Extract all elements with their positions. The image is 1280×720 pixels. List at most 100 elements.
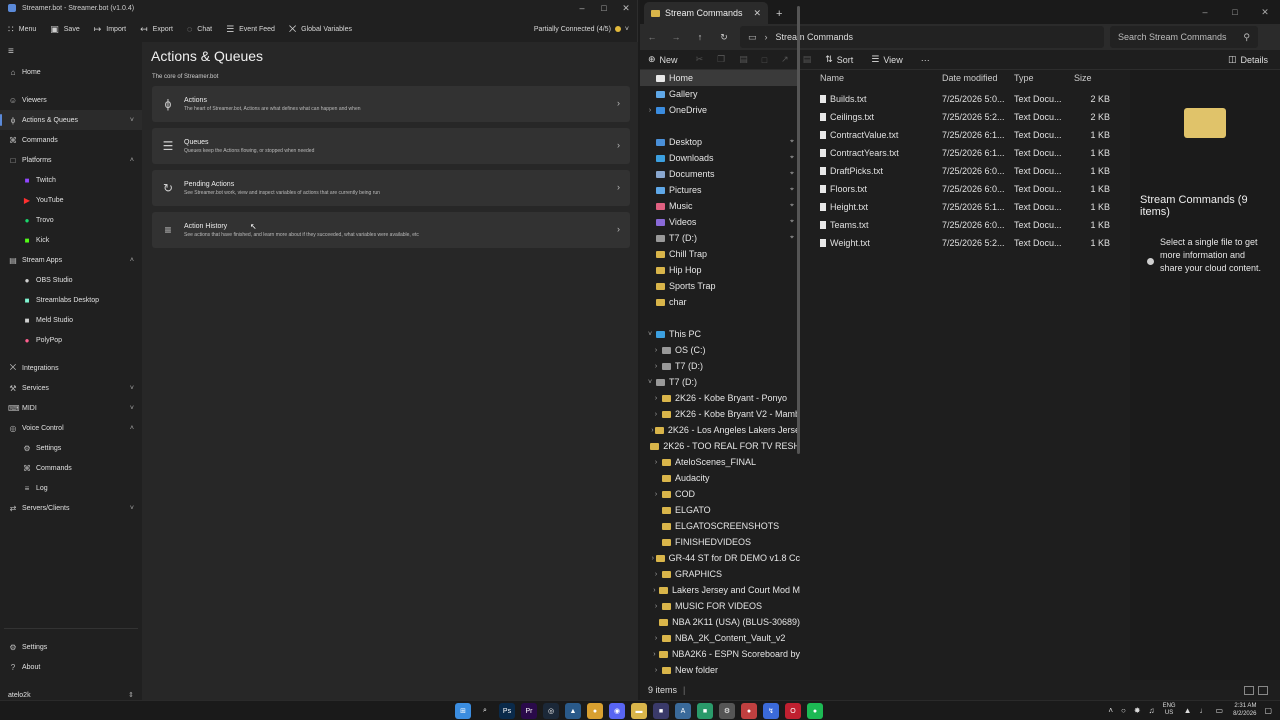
sidebar-item-obs[interactable]: ● OBS Studio	[0, 270, 142, 290]
nav-item[interactable]: › 2K26 - Kobe Bryant - Ponyo	[640, 390, 800, 406]
nav-item[interactable]: › COD	[640, 486, 800, 502]
file-explorer-icon[interactable]: ▬	[631, 703, 647, 719]
nav-item[interactable]: › OS (C:)	[640, 342, 800, 358]
search-icon[interactable]: ⌕	[477, 703, 493, 719]
nav-item[interactable]: Documents ⌖	[640, 166, 800, 182]
nav-item[interactable]: › NBA_2K_Content_Vault_v2	[640, 630, 800, 646]
up-button[interactable]: ↑	[688, 32, 712, 42]
table-row[interactable]: ContractYears.txt 7/25/2026 6:1... Text Do…	[812, 144, 1112, 162]
sidebar-item-stream-apps[interactable]: ▤ Stream Apps ˄	[0, 250, 142, 270]
sidebar-item-midi[interactable]: ⌨ MIDI ˅	[0, 398, 142, 418]
sidebar-item-servers[interactable]: ⇄ Servers/Clients ˅	[0, 498, 142, 518]
details-view-icon[interactable]	[1244, 685, 1254, 695]
sidebar-item-platforms[interactable]: □ Platforms ˄	[0, 150, 142, 170]
tiles-view-icon[interactable]	[1258, 685, 1268, 695]
battery-icon[interactable]: ▭	[1216, 706, 1224, 715]
nav-item[interactable]: Music ⌖	[640, 198, 800, 214]
toolbar-chat-button[interactable]: ◌ Chat	[187, 24, 212, 35]
refresh-button[interactable]: ↻	[712, 32, 736, 43]
nav-item[interactable]: NBA 2K11 (USA) (BLUS-30689)	[640, 614, 800, 630]
notification-icon[interactable]: ▢	[1264, 706, 1272, 715]
nav-item[interactable]: ELGATOSCREENSHOTS	[640, 518, 800, 534]
nav-item[interactable]: › T7 (D:)	[640, 358, 800, 374]
nav-item[interactable]: › Lakers Jersey and Court Mod M	[640, 582, 800, 598]
sidebar-item-polypop[interactable]: ● PolyPop	[0, 330, 142, 350]
table-row[interactable]: Floors.txt 7/25/2026 6:0... Text Docu... 1 …	[812, 180, 1112, 198]
tab-close-icon[interactable]: ✕	[753, 8, 761, 19]
notepad-icon[interactable]: A	[675, 703, 691, 719]
toolbar-export-button[interactable]: ↤ Export	[140, 24, 173, 35]
language-indicator[interactable]: ENG US	[1163, 703, 1176, 717]
chrome-2-icon[interactable]: ●	[741, 703, 757, 719]
minimize-button[interactable]: –	[571, 3, 593, 14]
sidebar-item-twitch[interactable]: ■ Twitch	[0, 170, 142, 190]
nav-item[interactable]: Audacity	[640, 470, 800, 486]
more-options-button[interactable]: ···	[921, 55, 930, 65]
column-type[interactable]: Type	[1014, 73, 1074, 83]
volume-icon[interactable]: ♫	[1149, 706, 1155, 715]
settings-app-icon[interactable]: ⚙	[719, 703, 735, 719]
back-button[interactable]: ←	[640, 32, 664, 42]
wifi-icon[interactable]: ▲	[1184, 706, 1192, 715]
close-button[interactable]: ✕	[1250, 7, 1280, 18]
streamerbot-icon[interactable]: ↯	[763, 703, 779, 719]
nav-item[interactable]: 2K26 - TOO REAL FOR TV RESH	[640, 438, 800, 454]
photoshop-icon[interactable]: Ps	[499, 703, 515, 719]
table-row[interactable]: Weight.txt 7/25/2026 5:2... Text Docu... 1 …	[812, 234, 1112, 252]
minimize-button[interactable]: –	[1190, 7, 1220, 18]
hamburger-icon[interactable]: ≡	[0, 42, 142, 62]
bluetooth-icon[interactable]: ✸	[1134, 706, 1141, 715]
steam-icon[interactable]: ◎	[543, 703, 559, 719]
sidebar-item-about[interactable]: ? About	[0, 657, 142, 677]
nav-item[interactable]: › AteloScenes_FINAL	[640, 454, 800, 470]
column-size[interactable]: Size	[1074, 73, 1110, 83]
nav-item[interactable]: Chill Trap	[640, 246, 800, 262]
nav-item[interactable]: Gallery	[640, 86, 800, 102]
nav-item[interactable]: Desktop ⌖	[640, 134, 800, 150]
address-bar[interactable]: ▭ › Stream Commands	[740, 26, 1104, 48]
sidebar-item-trovo[interactable]: ● Trovo	[0, 210, 142, 230]
table-row[interactable]: Builds.txt 7/25/2026 5:0... Text Docu... 2 …	[812, 90, 1112, 108]
connection-status[interactable]: Partially Connected (4/5) ˅	[534, 26, 629, 33]
column-date[interactable]: Date modified	[942, 73, 1014, 83]
sidebar-item-vc-log[interactable]: ≡ Log	[0, 478, 142, 498]
sidebar-item-home[interactable]: ⌂ Home	[0, 62, 142, 82]
card-queues[interactable]: ☰ Queues Queues keep the Actions flowing, …	[152, 128, 630, 164]
sort-button[interactable]: ⇅ Sort	[825, 54, 853, 65]
nav-item[interactable]: T7 (D:) ⌖	[640, 230, 800, 246]
sidebar-item-streamlabs[interactable]: ■ Streamlabs Desktop	[0, 290, 142, 310]
cut-icon[interactable]: ✂	[696, 54, 704, 65]
maximize-button[interactable]: □	[593, 3, 615, 14]
sidebar-item-youtube[interactable]: ▶ YouTube	[0, 190, 142, 210]
nav-item[interactable]: › 2K26 - Kobe Bryant V2 - Mamb	[640, 406, 800, 422]
table-row[interactable]: DraftPicks.txt 7/25/2026 6:0... Text Docu.…	[812, 162, 1112, 180]
nav-item[interactable]: Downloads ⌖	[640, 150, 800, 166]
nav-item[interactable]: ELGATO	[640, 502, 800, 518]
table-row[interactable]: Teams.txt 7/25/2026 6:0... Text Docu... 1 K…	[812, 216, 1112, 234]
spotify-icon[interactable]: ●	[807, 703, 823, 719]
terminal-icon[interactable]: ■	[697, 703, 713, 719]
nav-item[interactable]: › New folder	[640, 662, 800, 678]
nav-item[interactable]: ˅ T7 (D:)	[640, 374, 800, 390]
sidebar-item-vc-settings[interactable]: ⚙ Settings	[0, 438, 142, 458]
new-tab-button[interactable]: +	[776, 8, 782, 20]
sidebar-item-integrations[interactable]: ⨉ Integrations	[0, 358, 142, 378]
nav-item[interactable]: Hip Hop	[640, 262, 800, 278]
toolbar-menu-button[interactable]: ∷ Menu	[8, 24, 36, 35]
toolbar-global-variables-button[interactable]: ⨉ Global Variables	[289, 24, 352, 35]
close-button[interactable]: ✕	[615, 3, 637, 14]
nav-item[interactable]: › 2K26 - Los Angeles Lakers Jerse	[640, 422, 800, 438]
network-icon[interactable]: ○	[1121, 706, 1126, 715]
sidebar-item-actions-queues[interactable]: ϕ Actions & Queues ˅	[0, 110, 142, 130]
nav-item[interactable]: Sports Trap	[640, 278, 800, 294]
app-icon[interactable]: ■	[653, 703, 669, 719]
steam-client-icon[interactable]: ▲	[565, 703, 581, 719]
card-action-history[interactable]: ≡ Action History See actions that have fin…	[152, 212, 630, 248]
sidebar-item-voice-control[interactable]: ◎ Voice Control ˄	[0, 418, 142, 438]
sidebar-item-kick[interactable]: ■ Kick	[0, 230, 142, 250]
start-icon[interactable]: ⊞	[455, 703, 471, 719]
sidebar-item-viewers[interactable]: ☺ Viewers	[0, 90, 142, 110]
delete-icon[interactable]: ▤	[803, 54, 812, 65]
sidebar-item-vc-commands[interactable]: ⌘ Commands	[0, 458, 142, 478]
nav-item[interactable]: Pictures ⌖	[640, 182, 800, 198]
